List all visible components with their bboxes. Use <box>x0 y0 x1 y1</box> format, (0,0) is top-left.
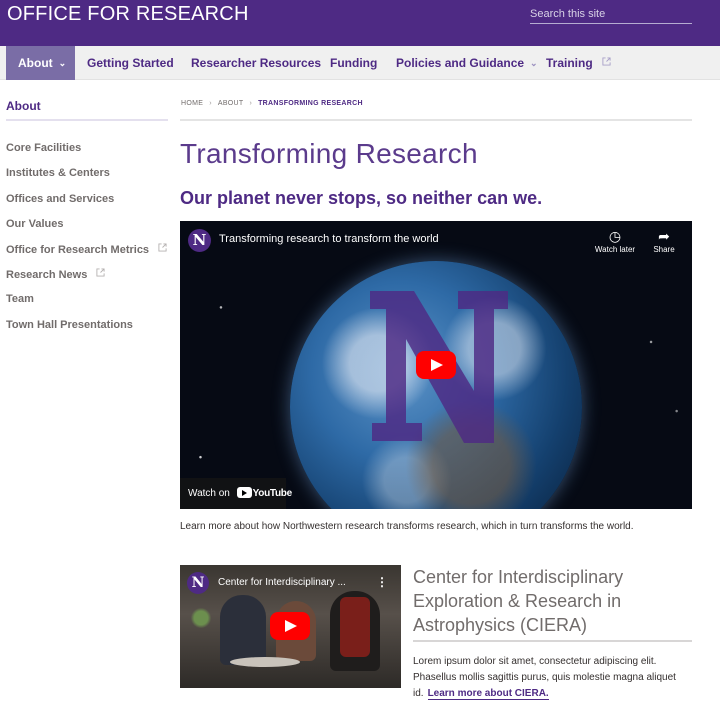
nav-item-researcher-resources[interactable]: Researcher Resources <box>191 46 321 80</box>
nav-item-label: Researcher Resources <box>191 56 322 70</box>
learn-more-ciera-link[interactable]: Learn more about CIERA. <box>427 688 549 700</box>
chevron-right-icon: › <box>209 100 212 107</box>
site-header: OFFICE FOR RESEARCH <box>0 0 720 46</box>
sidebar-item-core-facilities[interactable]: Core Facilities <box>6 142 81 154</box>
external-link-icon <box>96 268 105 277</box>
nav-item-label: Training <box>546 56 593 70</box>
video-player-main[interactable]: N Transforming research to transform the… <box>180 221 692 509</box>
sidebar-item-town-hall[interactable]: Town Hall Presentations <box>6 319 133 331</box>
sidebar-item-label: Town Hall Presentations <box>6 319 133 331</box>
main-nav: About ⌄ Getting Started Researcher Resour… <box>0 46 720 80</box>
breadcrumb-current: TRANSFORMING RESEARCH <box>258 100 363 107</box>
search-input[interactable] <box>530 5 692 24</box>
divider <box>6 119 168 121</box>
sidebar-item-label: Research News <box>6 269 88 281</box>
sidebar-item-our-values[interactable]: Our Values <box>6 218 63 230</box>
divider <box>180 119 692 121</box>
watch-on-youtube-button[interactable]: Watch on YouTube <box>180 478 292 509</box>
chevron-down-icon: ⌄ <box>58 58 67 68</box>
watch-on-label: Watch on <box>188 488 230 499</box>
breadcrumb-home[interactable]: HOME <box>181 100 203 107</box>
watch-later-label: Watch later <box>594 245 636 254</box>
more-options-icon[interactable]: ⋮ <box>376 575 388 589</box>
table-image <box>230 657 300 667</box>
nav-item-funding[interactable]: Funding <box>330 46 377 80</box>
youtube-icon <box>236 487 252 498</box>
person-figure <box>340 597 370 657</box>
sidebar-item-offices-services[interactable]: Offices and Services <box>6 193 114 205</box>
sidebar-item-label: Core Facilities <box>6 142 82 154</box>
play-button[interactable] <box>416 351 456 379</box>
watch-later-button[interactable]: ◷ Watch later <box>590 227 640 254</box>
nav-item-label: Funding <box>330 56 378 70</box>
share-label: Share <box>653 245 675 254</box>
nav-item-label: About <box>18 56 53 70</box>
channel-avatar[interactable]: N <box>187 572 209 594</box>
play-button[interactable] <box>270 612 310 640</box>
nav-item-about[interactable]: About ⌄ <box>6 46 75 80</box>
chevron-right-icon: › <box>249 100 253 107</box>
sidebar-item-team[interactable]: Team <box>6 293 34 305</box>
external-link-icon <box>602 57 611 66</box>
sidebar-item-institutes-centers[interactable]: Institutes & Centers <box>6 167 110 179</box>
site-title[interactable]: OFFICE FOR RESEARCH <box>7 3 249 26</box>
sidebar-item-research-metrics[interactable]: Office for Research Metrics <box>6 243 167 256</box>
video-title[interactable]: Transforming research to transform the w… <box>219 233 439 245</box>
sidebar-heading[interactable]: About <box>6 99 41 113</box>
sidebar-item-label: Institutes & Centers <box>6 167 110 179</box>
nav-item-label: Getting Started <box>87 56 174 70</box>
share-button[interactable]: ➦ Share <box>639 227 689 254</box>
ciera-heading: Center for Interdisciplinary Exploration… <box>413 567 624 635</box>
sidebar-item-label: Our Values <box>6 218 64 230</box>
external-link-icon <box>158 243 167 252</box>
plant-image <box>190 605 212 631</box>
person-figure <box>220 595 266 665</box>
divider <box>413 640 692 642</box>
page-title: Transforming Research <box>180 138 478 169</box>
channel-avatar[interactable]: N <box>188 229 211 252</box>
nav-item-policies-and-guidance[interactable]: Policies and Guidance ⌄ <box>396 46 538 80</box>
breadcrumb-about[interactable]: ABOUT <box>218 100 244 107</box>
chevron-down-icon: ⌄ <box>530 58 538 68</box>
youtube-wordmark: YouTube <box>252 488 293 499</box>
nav-item-getting-started[interactable]: Getting Started <box>87 46 174 80</box>
sidebar-item-label: Office for Research Metrics <box>6 244 150 256</box>
sidebar-item-research-news[interactable]: Research News <box>6 268 105 281</box>
sidebar-item-label: Offices and Services <box>6 193 115 205</box>
sidebar-item-label: Team <box>6 293 34 305</box>
clock-icon: ◷ <box>608 228 622 244</box>
video-player-ciera[interactable]: N Center for Interdisciplinary ... ⋮ <box>180 565 401 688</box>
page-subtitle: Our planet never stops, so neither can w… <box>180 188 543 208</box>
video-title[interactable]: Center for Interdisciplinary ... <box>218 577 368 588</box>
nav-item-training[interactable]: Training <box>546 46 611 80</box>
ciera-description: Lorem ipsum dolor sit amet, consectetur … <box>413 654 695 702</box>
share-icon: ➦ <box>658 228 670 244</box>
breadcrumb: HOME › ABOUT › TRANSFORMING RESEARCH <box>181 100 363 107</box>
nav-item-label: Policies and Guidance <box>396 56 525 70</box>
video-caption: Learn more about how Northwestern resear… <box>180 521 634 532</box>
